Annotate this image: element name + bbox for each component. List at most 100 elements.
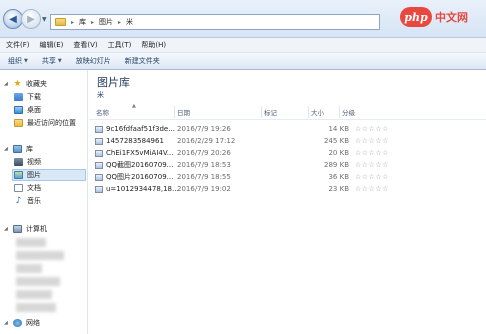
column-header-label: 日期 [177,109,190,117]
image-file-icon [95,185,103,193]
expand-triangle-icon[interactable]: ◢ [4,320,9,326]
menu-bar: 文件(F) 编辑(E) 查看(V) 工具(T) 帮助(H) [0,38,486,53]
expand-triangle-icon[interactable]: ◢ [4,81,9,87]
image-file-icon [95,125,103,133]
breadcrumb-item-pictures[interactable]: 图片 [99,17,113,27]
rating-stars[interactable]: ☆☆☆☆☆ [355,149,389,157]
share-button[interactable]: 共享 ▼ [42,56,62,66]
file-size: 14 KB [328,125,349,133]
documents-library-icon [14,184,23,192]
column-header-size[interactable]: 大小 [311,106,341,118]
rating-stars[interactable]: ☆☆☆☆☆ [355,137,389,145]
column-header-label: 大小 [311,109,324,117]
sidebar-item-label: 文档 [27,184,41,192]
column-header-tags[interactable]: 标记 [264,106,308,118]
expand-triangle-icon[interactable]: ◢ [4,226,9,232]
breadcrumb-separator-icon[interactable]: ▸ [91,19,94,26]
sidebar-item-documents[interactable]: 文档 [14,182,41,194]
computer-icon [13,225,22,233]
column-divider[interactable] [261,106,262,118]
forward-arrow-icon: ▶ [27,13,35,25]
file-date: 2016/7/9 20:26 [177,149,231,157]
sidebar-group-libraries[interactable]: ◢ 库 [4,143,33,155]
sidebar-item-desktop[interactable]: 桌面 [14,104,41,116]
back-button[interactable]: ◀ [3,9,23,29]
file-row[interactable]: 9c16fdfaaf51f3de... 2016/7/9 19:26 14 KB… [93,123,405,135]
file-row[interactable]: ChEi1FX5vMiAI4V... 2016/7/9 20:26 20 KB … [93,147,405,159]
sidebar-item-label: 图片 [27,171,41,179]
rating-stars[interactable]: ☆☆☆☆☆ [355,173,389,181]
sidebar-group-computer[interactable]: ◢ 计算机 [4,223,47,235]
file-row[interactable]: QQ截图20160709... 2016/7/9 18:53 289 KB ☆☆… [93,159,405,171]
file-row[interactable]: 1457283584961 2016/2/29 17:12 245 KB ☆☆☆… [93,135,405,147]
menu-help[interactable]: 帮助(H) [141,40,166,50]
back-arrow-icon: ◀ [9,13,17,25]
logo-text: 中文网 [435,11,468,24]
column-header-name[interactable]: 名称 [96,106,176,118]
breadcrumb-separator-icon[interactable]: ▸ [118,19,121,26]
music-library-icon: ♪ [15,195,22,206]
rating-stars[interactable]: ☆☆☆☆☆ [355,125,389,133]
new-folder-label: 新建文件夹 [124,57,160,65]
sidebar-item-label: 下载 [27,93,41,101]
file-name: 1457283584961 [106,137,164,145]
column-divider[interactable] [174,106,175,118]
sidebar-item-videos[interactable]: 视频 [14,156,41,168]
libraries-label: 库 [26,145,33,153]
file-row[interactable]: u=1012934478,18... 2016/7/9 19:02 23 KB … [93,183,405,195]
sidebar-item-music[interactable]: ♪ 音乐 [14,195,41,207]
organize-label: 组织 [8,57,22,65]
star-icon: ★ [13,78,22,89]
breadcrumb-item-library[interactable]: 库 [79,17,86,27]
file-size: 23 KB [328,185,349,193]
column-header-date[interactable]: 日期 [177,106,263,118]
menu-view[interactable]: 查看(V) [73,40,97,50]
history-dropdown-icon[interactable]: ▼ [42,16,47,23]
php-logo: php [400,7,432,27]
menu-edit[interactable]: 编辑(E) [40,40,64,50]
network-label: 网络 [26,319,40,327]
breadcrumb-separator-icon[interactable]: ▸ [71,19,74,26]
expand-triangle-icon[interactable]: ◢ [4,146,9,152]
slideshow-label: 放映幻灯片 [75,57,111,65]
column-header-label: 标记 [264,109,277,117]
sidebar-group-favorites[interactable]: ◢ ★ 收藏夹 [4,78,47,90]
slideshow-button[interactable]: 放映幻灯片 [76,56,111,66]
address-toolbar: ◀ ▶ ▼ ▸ 库 ▸ 图片 ▸ 米 php 中文网 [0,0,486,38]
obscured-drive-item [16,251,64,260]
menu-file[interactable]: 文件(F) [6,40,30,50]
organize-button[interactable]: 组织 ▼ [8,56,28,66]
network-icon [13,319,22,327]
watermark-logo: php 中文网 [400,4,484,30]
forward-button[interactable]: ▶ [21,9,41,29]
image-file-icon [95,173,103,181]
menu-tools[interactable]: 工具(T) [108,40,132,50]
file-date: 2016/7/9 18:55 [177,173,231,181]
address-bar[interactable]: ▸ 库 ▸ 图片 ▸ 米 [50,14,380,30]
column-header-rating[interactable]: 分级 [342,106,392,118]
sidebar-item-label: 视频 [27,158,41,166]
file-date: 2016/7/9 19:02 [177,185,231,193]
file-size: 289 KB [324,161,349,169]
rating-stars[interactable]: ☆☆☆☆☆ [355,185,389,193]
navigation-pane: ◢ ★ 收藏夹 下载 桌面 最近访问的位置 ◢ 库 视频 图片 文档 ♪ 音乐 … [0,70,88,334]
rating-stars[interactable]: ☆☆☆☆☆ [355,161,389,169]
column-divider[interactable] [339,106,340,118]
recent-places-icon [14,119,23,127]
sidebar-group-network[interactable]: ◢ 网络 [4,317,40,329]
file-name: QQ图片20160709... [106,173,174,181]
file-size: 36 KB [328,173,349,181]
sidebar-item-pictures[interactable]: 图片 [12,169,86,181]
column-divider[interactable] [308,106,309,118]
chevron-down-icon: ▼ [24,58,28,64]
obscured-drive-item [16,238,46,247]
image-file-icon [95,149,103,157]
sidebar-item-recent-places[interactable]: 最近访问的位置 [14,117,76,129]
new-folder-button[interactable]: 新建文件夹 [125,56,160,66]
header-divider [89,119,486,120]
breadcrumb-item-current[interactable]: 米 [126,17,133,27]
library-subtitle: 米 [97,91,104,99]
file-date: 2016/7/9 19:26 [177,125,231,133]
sidebar-item-downloads[interactable]: 下载 [14,91,41,103]
file-row[interactable]: QQ图片20160709... 2016/7/9 18:55 36 KB ☆☆☆… [93,171,405,183]
